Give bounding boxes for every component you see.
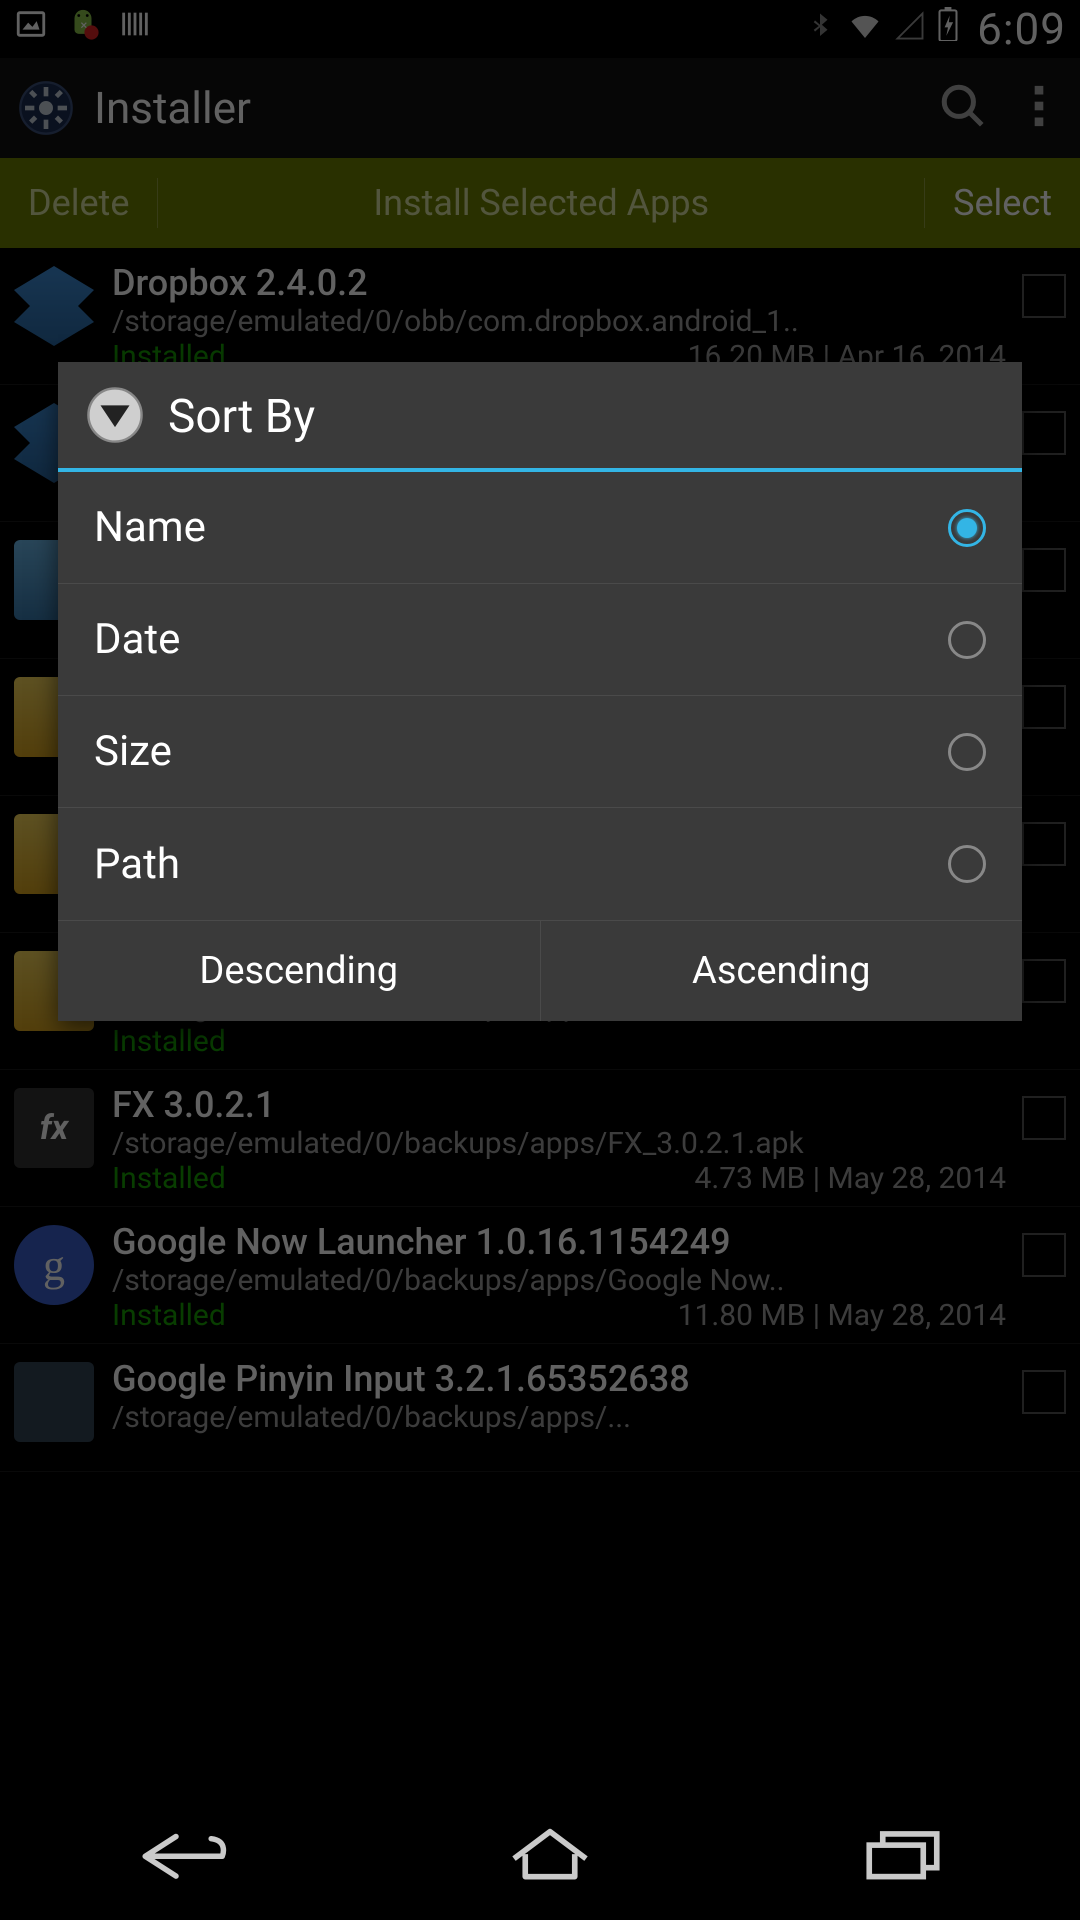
sort-dialog: Sort By Name Date Size Path Descending Asce…: [58, 362, 1022, 1021]
sort-option-date[interactable]: Date: [58, 584, 1022, 696]
nav-back-icon[interactable]: [132, 1824, 242, 1886]
sort-option-label: Size: [94, 727, 172, 776]
dialog-title: Sort By: [168, 390, 315, 444]
nav-home-icon[interactable]: [505, 1824, 595, 1886]
sort-option-label: Path: [94, 840, 180, 889]
sort-option-label: Date: [94, 615, 180, 664]
ascending-button[interactable]: Ascending: [540, 921, 1023, 1021]
radio-icon: [948, 733, 986, 771]
sort-dialog-icon: [86, 386, 144, 448]
radio-icon: [948, 509, 986, 547]
nav-recent-icon[interactable]: [858, 1824, 948, 1886]
sort-option-name[interactable]: Name: [58, 472, 1022, 584]
sort-option-size[interactable]: Size: [58, 696, 1022, 808]
radio-icon: [948, 845, 986, 883]
radio-icon: [948, 621, 986, 659]
nav-bar: [0, 1790, 1080, 1920]
sort-option-label: Name: [94, 503, 206, 552]
sort-option-path[interactable]: Path: [58, 808, 1022, 920]
descending-button[interactable]: Descending: [58, 921, 540, 1021]
